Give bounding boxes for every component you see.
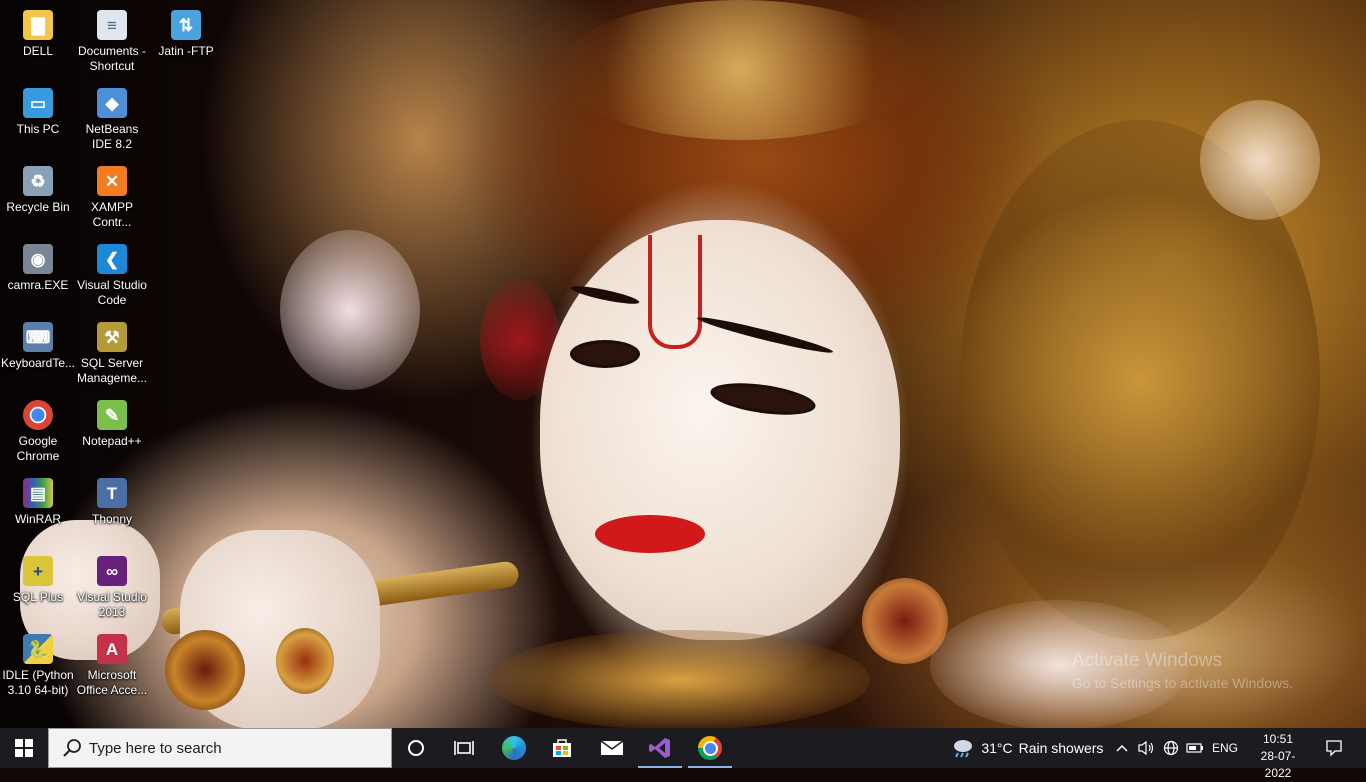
desktop-icon-label: WinRAR: [14, 512, 61, 526]
search-placeholder: Type here to search: [89, 739, 222, 757]
search-icon: [63, 739, 81, 757]
desktop-icon-label: Thonny: [91, 512, 133, 526]
cortana-circle-icon: [408, 740, 424, 756]
thonny-icon: T: [97, 478, 127, 508]
desktop-icon-sql-plus[interactable]: + SQL Plus: [0, 550, 76, 626]
desktop-icon-netbeans[interactable]: ◆ NetBeans IDE 8.2: [74, 82, 150, 158]
activation-watermark: Activate Windows Go to Settings to activ…: [1072, 650, 1293, 694]
desktop-icon-label: Jatin -FTP: [158, 44, 214, 58]
desktop-icon-label: Notepad++: [82, 434, 142, 448]
desktop-icon-idle-python[interactable]: 🐍 IDLE (Python 3.10 64-bit): [0, 628, 76, 704]
ftp-folder-icon: ⇅: [171, 10, 201, 40]
desktop-icon-label: Recycle Bin: [6, 200, 70, 214]
desktop-icon-label: This PC: [16, 122, 60, 136]
ms-access-icon: A: [97, 634, 127, 664]
taskbar: Type here to search 31°C Rain showers EN…: [0, 728, 1366, 780]
visual-studio-icon: ∞: [97, 556, 127, 586]
speaker-icon: [1138, 740, 1154, 756]
vscode-icon: ❮: [97, 244, 127, 274]
desktop-icon-google-chrome[interactable]: Google Chrome: [0, 394, 76, 470]
store-icon: [553, 739, 571, 757]
show-hidden-icons-button[interactable]: [1112, 728, 1132, 768]
desktop-icon-vscode[interactable]: ❮ Visual Studio Code: [74, 238, 150, 314]
recycle-bin-icon: ♻: [23, 166, 53, 196]
monitor-icon: ▭: [23, 88, 53, 118]
notepad-plus-plus-icon: ✎: [97, 400, 127, 430]
activation-watermark-subtitle: Go to Settings to activate Windows.: [1072, 675, 1293, 691]
notification-icon: [1326, 740, 1342, 757]
keyboard-test-icon: ⌨: [23, 322, 53, 352]
activation-watermark-title: Activate Windows: [1072, 650, 1222, 671]
volume-button[interactable]: [1134, 728, 1158, 768]
desktop-icon-dell[interactable]: ▇ DELL: [0, 4, 76, 80]
chrome-icon: [698, 736, 722, 760]
taskbar-mail[interactable]: [588, 728, 636, 768]
clock-time: 10:51: [1262, 732, 1294, 746]
desktop-icon-label: DELL: [22, 44, 54, 58]
windows-logo-icon: [15, 739, 33, 757]
taskbar-clock[interactable]: 10:51 28-07-2022: [1248, 728, 1308, 780]
desktop-icon-jatin-ftp[interactable]: ⇅ Jatin -FTP: [148, 4, 224, 80]
desktop-icon-label: Microsoft Office Acce...: [76, 668, 148, 697]
taskbar-store[interactable]: [538, 728, 586, 768]
xampp-icon: ✕: [97, 166, 127, 196]
desktop-icon-label: XAMPP Contr...: [90, 200, 133, 229]
chevron-up-icon: [1116, 744, 1128, 752]
edge-icon: [502, 736, 526, 760]
taskbar-edge[interactable]: [490, 728, 538, 768]
taskbar-visual-studio[interactable]: [636, 728, 684, 768]
taskbar-cortana[interactable]: [392, 728, 440, 768]
desktop-icon-label: camra.EXE: [7, 278, 69, 292]
document-shortcut-icon: ≡: [97, 10, 127, 40]
desktop-icon-notepad-plus-plus[interactable]: ✎ Notepad++: [74, 394, 150, 470]
camera-app-icon: ◉: [23, 244, 53, 274]
desktop-icon-keyboardtest[interactable]: ⌨ KeyboardTe...: [0, 316, 76, 392]
taskbar-task-view[interactable]: [440, 728, 488, 768]
desktop-icon-label: NetBeans IDE 8.2: [85, 122, 139, 151]
battery-icon: [1186, 743, 1203, 753]
desktop-icon-thonny[interactable]: T Thonny: [74, 472, 150, 548]
folder-user-icon: ▇: [23, 10, 53, 40]
desktop-icon-label: Visual Studio 2013: [77, 590, 147, 619]
desktop-wallpaper: Activate Windows Go to Settings to activ…: [0, 0, 1366, 728]
weather-temp[interactable]: 31°C: [980, 728, 1014, 768]
desktop-icon-recycle-bin[interactable]: ♻ Recycle Bin: [0, 160, 76, 236]
chrome-icon: [23, 400, 53, 430]
weather-widget-icon-area[interactable]: [948, 728, 978, 768]
input-language[interactable]: ENG: [1208, 728, 1242, 768]
desktop-icon-this-pc[interactable]: ▭ This PC: [0, 82, 76, 158]
netbeans-icon: ◆: [97, 88, 127, 118]
desktop-icon-winrar[interactable]: ▤ WinRAR: [0, 472, 76, 548]
start-button[interactable]: [0, 728, 48, 768]
desktop-icon-camra[interactable]: ◉ camra.EXE: [0, 238, 76, 314]
clock-date: 28-07-2022: [1260, 749, 1296, 780]
desktop-icon-xampp[interactable]: ✕ XAMPP Contr...: [74, 160, 150, 236]
taskbar-chrome[interactable]: [686, 728, 734, 768]
desktop-icon-label: KeyboardTe...: [0, 356, 76, 370]
network-button[interactable]: [1160, 728, 1182, 768]
desktop-icon-label: Visual Studio Code: [77, 278, 147, 307]
desktop-icon-label: IDLE (Python 3.10 64-bit): [2, 668, 74, 697]
desktop-icon-label: SQL Server Manageme...: [76, 356, 148, 385]
weather-condition[interactable]: Rain showers: [1018, 728, 1104, 768]
sql-server-icon: ⚒: [97, 322, 127, 352]
winrar-icon: ▤: [23, 478, 53, 508]
sql-plus-icon: +: [23, 556, 53, 586]
desktop-icon-documents-shortcut[interactable]: ≡ Documents - Shortcut: [74, 4, 150, 80]
rain-cloud-icon: [954, 740, 972, 758]
taskbar-search-box[interactable]: Type here to search: [48, 728, 392, 768]
desktop-icon-ms-access[interactable]: A Microsoft Office Acce...: [74, 628, 150, 704]
globe-network-icon: [1163, 740, 1179, 756]
visual-studio-icon: [649, 738, 670, 758]
desktop-icon-label: Google Chrome: [16, 434, 60, 463]
mail-icon: [600, 740, 624, 755]
desktop-icon-label: Documents - Shortcut: [77, 44, 147, 73]
desktop-icon-sql-server[interactable]: ⚒ SQL Server Manageme...: [74, 316, 150, 392]
battery-button[interactable]: [1184, 728, 1206, 768]
python-idle-icon: 🐍: [23, 634, 53, 664]
desktop-icon-label: SQL Plus: [12, 590, 64, 604]
desktop-icon-visual-studio-2013[interactable]: ∞ Visual Studio 2013: [74, 550, 150, 626]
task-view-icon: [454, 741, 474, 755]
action-center-button[interactable]: [1316, 728, 1352, 768]
